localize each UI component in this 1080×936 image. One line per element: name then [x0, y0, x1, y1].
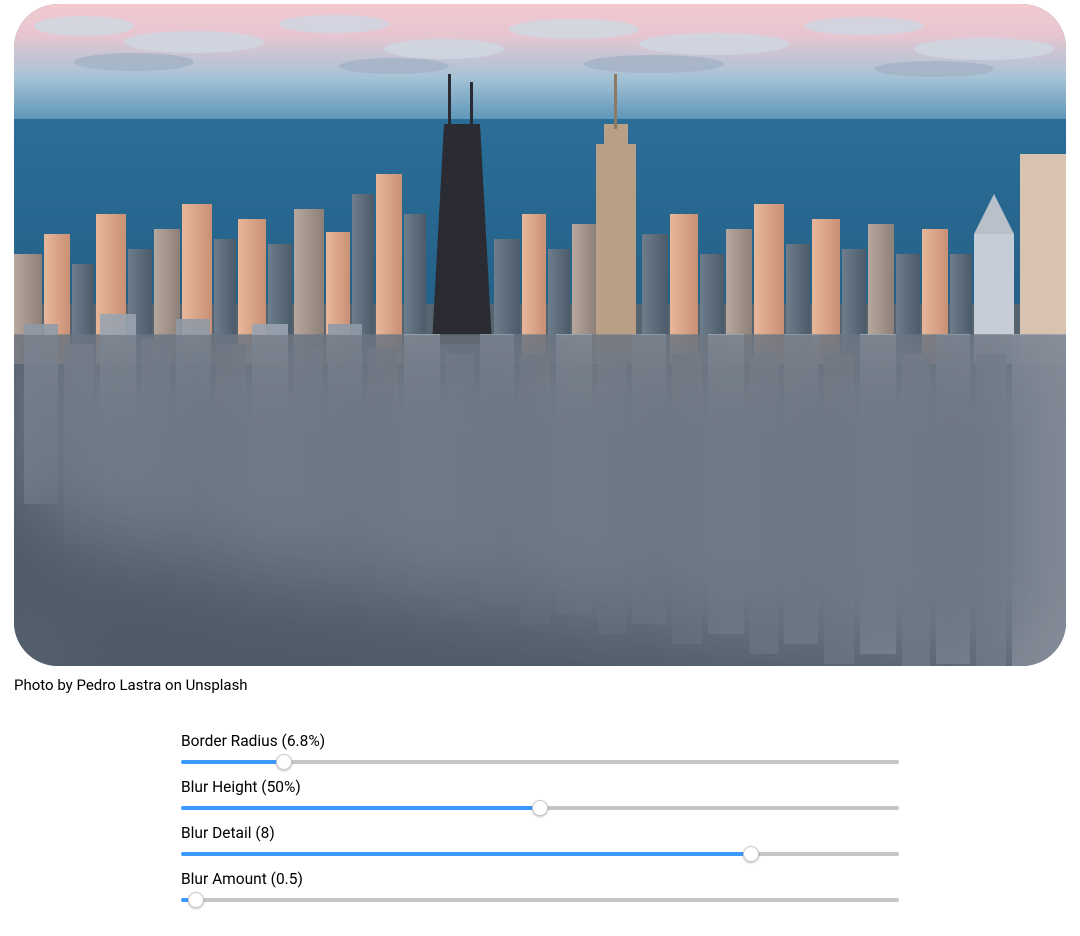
control-blur-amount: Blur Amount (0.5): [181, 870, 899, 912]
blur-amount-slider[interactable]: [181, 898, 899, 902]
photo-caption: Photo by Pedro Lastra on Unsplash: [14, 676, 1066, 694]
border-radius-label: Border Radius (6.8%): [181, 732, 899, 750]
control-blur-detail: Blur Detail (8): [181, 824, 899, 866]
blur-amount-label: Blur Amount (0.5): [181, 870, 899, 888]
blur-detail-slider[interactable]: [181, 852, 899, 856]
controls-panel: Border Radius (6.8%) Blur Height (50%) B…: [181, 732, 899, 912]
blur-detail-label: Blur Detail (8): [181, 824, 899, 842]
blur-height-label: Blur Height (50%): [181, 778, 899, 796]
control-border-radius: Border Radius (6.8%): [181, 732, 899, 774]
control-blur-height: Blur Height (50%): [181, 778, 899, 820]
border-radius-slider[interactable]: [181, 760, 899, 764]
blur-height-slider[interactable]: [181, 806, 899, 810]
blur-overlay: [14, 335, 1066, 666]
image-preview: [14, 4, 1066, 666]
